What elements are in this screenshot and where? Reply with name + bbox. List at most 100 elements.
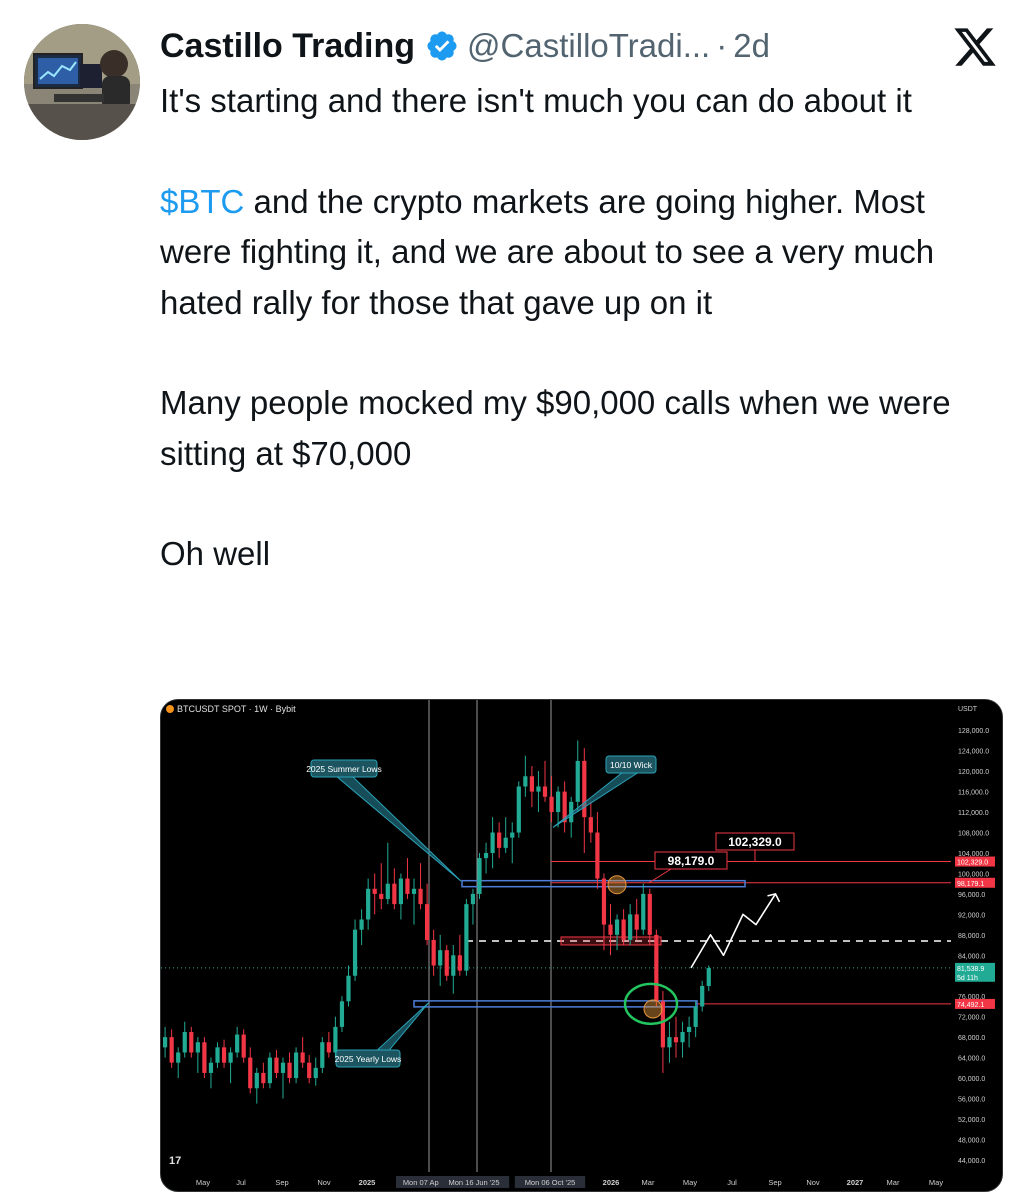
candle-body — [320, 1042, 325, 1068]
tweet-timestamp[interactable]: 2d — [733, 27, 770, 65]
trader-at-monitors-avatar — [24, 24, 140, 140]
x-tick-label: Mon 07 Apr — [403, 1178, 442, 1187]
candle-body — [385, 883, 390, 900]
price-badge-label: 74,492.1 — [957, 1002, 984, 1009]
separator-dot: · — [716, 27, 728, 64]
price-badge-label: 5d 11h — [957, 975, 978, 982]
y-tick-label: 68,000.0 — [958, 1035, 985, 1042]
candle-body — [503, 837, 508, 848]
candle-body — [556, 791, 561, 813]
symbol-label: BTCUSDT SPOT · 1W · Bybit — [177, 704, 296, 714]
x-tick-label: May — [196, 1178, 210, 1187]
tweet-line-3: Many people mocked my $90,000 calls when… — [160, 384, 951, 472]
tradingview-logo-icon: 17 — [169, 1155, 181, 1167]
candle-body — [294, 1052, 299, 1079]
candle-body — [628, 914, 633, 940]
candle-body — [163, 1037, 168, 1048]
x-tick-label: May — [683, 1178, 697, 1187]
candle-body — [418, 888, 423, 905]
candle-body — [470, 893, 476, 905]
marker-circle-bottom — [643, 999, 663, 1019]
candle-body — [497, 832, 502, 848]
summer-lows-callout-pointer — [334, 775, 462, 882]
candle-body — [346, 975, 351, 1002]
candle-body — [673, 1037, 679, 1043]
candle-body — [706, 968, 711, 986]
y-tick-label: 92,000.0 — [958, 912, 985, 919]
y-tick-label: 60,000.0 — [958, 1076, 985, 1083]
candle-body — [647, 893, 652, 935]
x-tick-label: 2025 — [359, 1178, 376, 1187]
candle-body — [490, 832, 495, 853]
y-tick-label: 48,000.0 — [958, 1137, 985, 1144]
x-tick-label: Mar — [642, 1178, 655, 1187]
yearly-lows-callout-label: 2025 Yearly Lows — [335, 1054, 402, 1064]
candle-body — [549, 796, 554, 813]
candle-body — [267, 1057, 272, 1084]
candle-body — [457, 955, 462, 971]
candle-body — [444, 950, 449, 976]
candle-body — [176, 1052, 181, 1063]
candle-body — [588, 817, 593, 833]
candle-body — [228, 1052, 233, 1063]
avatar[interactable] — [24, 24, 140, 140]
candle-body — [182, 1032, 187, 1053]
candle-body — [523, 776, 528, 787]
candle-body — [680, 1032, 685, 1043]
y-tick-label: 124,000.0 — [958, 749, 989, 756]
x-logo-icon[interactable] — [952, 24, 998, 70]
projection-arrow-path — [690, 893, 777, 969]
candle-body — [654, 934, 659, 1002]
y-tick-label: 112,000.0 — [958, 810, 989, 817]
candle-body — [287, 1062, 292, 1079]
tweet-line-1: It's starting and there isn't much you c… — [160, 82, 912, 119]
candle-body — [477, 858, 482, 894]
cashtag-link[interactable]: $BTC — [160, 183, 244, 220]
summer-lows-callout-label: 2025 Summer Lows — [306, 764, 382, 774]
candle-body — [274, 1057, 279, 1073]
candle-body — [392, 883, 397, 905]
y-tick-label: 56,000.0 — [958, 1097, 985, 1104]
currency-label: USDT — [958, 706, 978, 713]
author-handle[interactable]: @CastilloTradi... — [467, 27, 710, 65]
candle-body — [352, 929, 358, 976]
x-tick-label: Sep — [275, 1178, 288, 1187]
x-tick-label: Nov — [317, 1178, 331, 1187]
x-tick-label: Jul — [727, 1178, 737, 1187]
candle-body — [411, 888, 417, 894]
candle-body — [595, 832, 600, 879]
candle-body — [280, 1062, 286, 1073]
candle-body — [614, 919, 620, 935]
author-name[interactable]: Castillo Trading — [160, 27, 415, 66]
y-tick-label: 52,000.0 — [958, 1117, 985, 1124]
candle-body — [425, 904, 430, 940]
candle-body — [451, 955, 456, 976]
candle-body — [529, 776, 534, 792]
candle-body — [169, 1037, 174, 1063]
x-tick-label: Mon 16 Jun '25 — [448, 1178, 499, 1187]
x-tick-label: 2027 — [847, 1178, 864, 1187]
candle-body — [601, 878, 607, 925]
chart-image[interactable]: 2025 Summer Lows 10/10 Wick 2025 Yearly Lo… — [160, 699, 1003, 1192]
candle-body — [333, 1026, 338, 1053]
y-tick-label: 100,000.0 — [958, 871, 989, 878]
btc-weekly-chart: 2025 Summer Lows 10/10 Wick 2025 Yearly Lo… — [161, 700, 1002, 1191]
tweet-line-4: Oh well — [160, 535, 271, 572]
candle-body — [621, 919, 626, 940]
candle-body — [700, 985, 705, 1007]
y-tick-label: 88,000.0 — [958, 933, 985, 940]
price-callout-98179: 98,179.0 — [668, 854, 715, 868]
candle-body — [202, 1042, 207, 1073]
y-tick-label: 44,000.0 — [958, 1158, 985, 1165]
tweet-line-2-text: and the crypto markets are going higher.… — [160, 182, 935, 321]
candle-body — [542, 786, 548, 797]
y-tick-label: 108,000.0 — [958, 831, 989, 838]
x-tick-label: 2026 — [603, 1178, 620, 1187]
candle-body — [516, 786, 521, 833]
candle-body — [379, 893, 384, 900]
x-tick-label: May — [929, 1178, 943, 1187]
candle-body — [248, 1057, 253, 1089]
candle-body — [215, 1047, 220, 1063]
candle-body — [339, 1001, 345, 1027]
candle-body — [575, 760, 580, 802]
